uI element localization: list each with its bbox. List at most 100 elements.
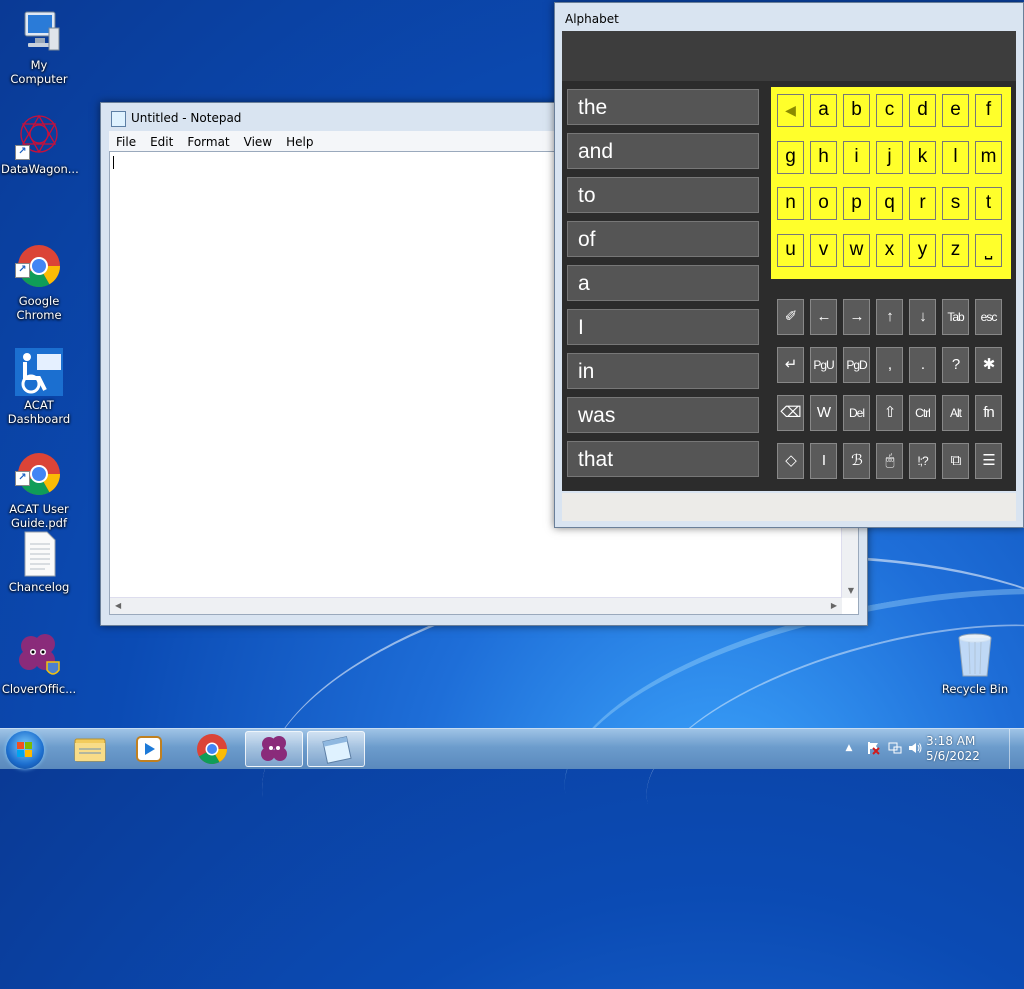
word-prediction-1[interactable]: and <box>567 133 759 169</box>
word-prediction-8[interactable]: that <box>567 441 759 477</box>
taskbar-notepad[interactable] <box>307 731 365 767</box>
taskbar-chrome[interactable] <box>183 731 241 767</box>
function-key[interactable]: ⌫ <box>777 395 804 431</box>
start-button[interactable] <box>6 731 44 769</box>
function-key[interactable]: Ctrl <box>909 395 936 431</box>
word-prediction-4[interactable]: a <box>567 265 759 301</box>
back-arrow-key[interactable]: ◀ <box>777 94 804 127</box>
network-icon[interactable] <box>888 741 902 755</box>
word-prediction-0[interactable]: the <box>567 89 759 125</box>
letter-key[interactable]: w <box>843 233 870 267</box>
function-key[interactable]: I <box>810 443 837 479</box>
function-key[interactable]: esc <box>975 299 1002 335</box>
letter-key[interactable]: l <box>942 140 969 174</box>
horizontal-scrollbar[interactable]: ◀ ▶ <box>110 597 842 614</box>
letter-key[interactable]: q <box>876 187 903 220</box>
word-prediction-2[interactable]: to <box>567 177 759 213</box>
menu-edit[interactable]: Edit <box>143 131 180 151</box>
function-key[interactable]: 🖱 <box>876 443 903 479</box>
taskbar-media-player[interactable] <box>120 731 178 767</box>
action-center-flag-icon[interactable] <box>866 741 880 755</box>
menu-file[interactable]: File <box>109 131 143 151</box>
letter-key[interactable]: y <box>909 233 936 267</box>
letter-key[interactable]: a <box>810 94 837 127</box>
taskbar-clover[interactable] <box>245 731 303 767</box>
letter-key[interactable]: o <box>810 187 837 220</box>
desktop-icon-cloveroffice[interactable]: CloverOffic... <box>1 632 77 696</box>
clock[interactable]: 3:18 AM 5/6/2022 <box>926 734 986 764</box>
letter-key[interactable]: i <box>843 140 870 174</box>
menu-format[interactable]: Format <box>180 131 236 151</box>
desktop-icon-recycle-bin[interactable]: Recycle Bin <box>937 632 1013 696</box>
function-key[interactable]: ☰ <box>975 443 1002 479</box>
function-key[interactable]: ✱ <box>975 347 1002 383</box>
letter-key[interactable]: n <box>777 187 804 220</box>
letter-key[interactable]: s <box>942 187 969 220</box>
desktop-icon-label: CloverOffic... <box>1 682 77 696</box>
function-key[interactable]: ← <box>810 299 837 335</box>
function-key[interactable]: ⧉ <box>942 443 969 479</box>
letter-key[interactable]: v <box>810 233 837 267</box>
word-prediction-5[interactable]: I <box>567 309 759 345</box>
scroll-left-arrow-icon[interactable]: ◀ <box>115 601 121 610</box>
function-key[interactable]: Tab <box>942 299 969 335</box>
desktop-icon-chancelog[interactable]: Chancelog <box>1 530 77 594</box>
keyboard-panel: ◀ a b c d e f g h i j k l m n o p q r s t u v w x y z ⎵ the and to of a… <box>562 81 1016 491</box>
function-key[interactable]: ? <box>942 347 969 383</box>
desktop-icon-acat-dashboard[interactable]: ACAT Dashboard <box>1 320 77 440</box>
letter-key[interactable]: t <box>975 187 1002 220</box>
letter-key[interactable]: g <box>777 140 804 174</box>
function-key[interactable]: . <box>909 347 936 383</box>
function-key[interactable]: PgD <box>843 347 870 383</box>
letter-key[interactable]: e <box>942 94 969 127</box>
letter-key[interactable]: b <box>843 94 870 127</box>
word-prediction-6[interactable]: in <box>567 353 759 389</box>
letter-key[interactable]: d <box>909 94 936 127</box>
letter-key[interactable]: z <box>942 233 969 267</box>
function-key[interactable]: Del <box>843 395 870 431</box>
function-key[interactable]: → <box>843 299 870 335</box>
scroll-down-arrow-icon[interactable]: ▼ <box>848 586 854 595</box>
function-key[interactable]: ◇ <box>777 443 804 479</box>
desktop-icon-google-chrome[interactable]: ↗ Google Chrome <box>1 216 77 336</box>
word-prediction-7[interactable]: was <box>567 397 759 433</box>
function-key[interactable]: ↓ <box>909 299 936 335</box>
function-key[interactable]: fn <box>975 395 1002 431</box>
letter-key[interactable]: u <box>777 233 804 267</box>
letter-key[interactable]: m <box>975 140 1002 174</box>
taskbar-file-explorer[interactable] <box>60 731 118 767</box>
letter-key[interactable]: c <box>876 94 903 127</box>
desktop-icon-datawagon[interactable]: ↗ DataWagon... <box>1 112 79 176</box>
function-key[interactable]: ⇧ <box>876 395 903 431</box>
word-prediction-3[interactable]: of <box>567 221 759 257</box>
menu-view[interactable]: View <box>237 131 279 151</box>
function-key[interactable]: !;? <box>909 443 936 479</box>
function-key[interactable]: ✐ <box>777 299 804 335</box>
function-key[interactable]: PgU <box>810 347 837 383</box>
letter-key[interactable]: k <box>909 140 936 174</box>
letter-key[interactable]: p <box>843 187 870 220</box>
function-key[interactable]: ↑ <box>876 299 903 335</box>
window-title: Alphabet <box>565 12 619 26</box>
letter-key[interactable]: h <box>810 140 837 174</box>
tray-expand-chevron-icon[interactable]: ▲ <box>842 741 856 755</box>
desktop-icon-my-computer[interactable]: My Computer <box>1 8 77 86</box>
volume-icon[interactable] <box>908 741 922 755</box>
letter-key[interactable]: f <box>975 94 1002 127</box>
function-key[interactable]: ↵ <box>777 347 804 383</box>
letter-key[interactable]: r <box>909 187 936 220</box>
function-key[interactable]: W <box>810 395 837 431</box>
alphabet-titlebar[interactable]: Alphabet <box>555 3 1023 29</box>
desktop-icon-label: ACAT User Guide.pdf <box>9 502 69 530</box>
letter-key[interactable]: x <box>876 233 903 267</box>
function-key[interactable]: , <box>876 347 903 383</box>
function-key[interactable]: ℬ <box>843 443 870 479</box>
scroll-right-arrow-icon[interactable]: ▶ <box>831 601 837 610</box>
function-key[interactable]: Alt <box>942 395 969 431</box>
desktop-icon-acat-user-guide[interactable]: ↗ ACAT User Guide.pdf <box>1 424 77 544</box>
alphabet-window[interactable]: Alphabet ◀ a b c d e f g h i j k l m n o p q r s t u v w x y z ⎵ th… <box>554 2 1024 528</box>
letter-key[interactable]: j <box>876 140 903 174</box>
menu-help[interactable]: Help <box>279 131 320 151</box>
show-desktop-button[interactable] <box>1009 729 1024 769</box>
letter-key[interactable]: ⎵ <box>975 233 1002 267</box>
